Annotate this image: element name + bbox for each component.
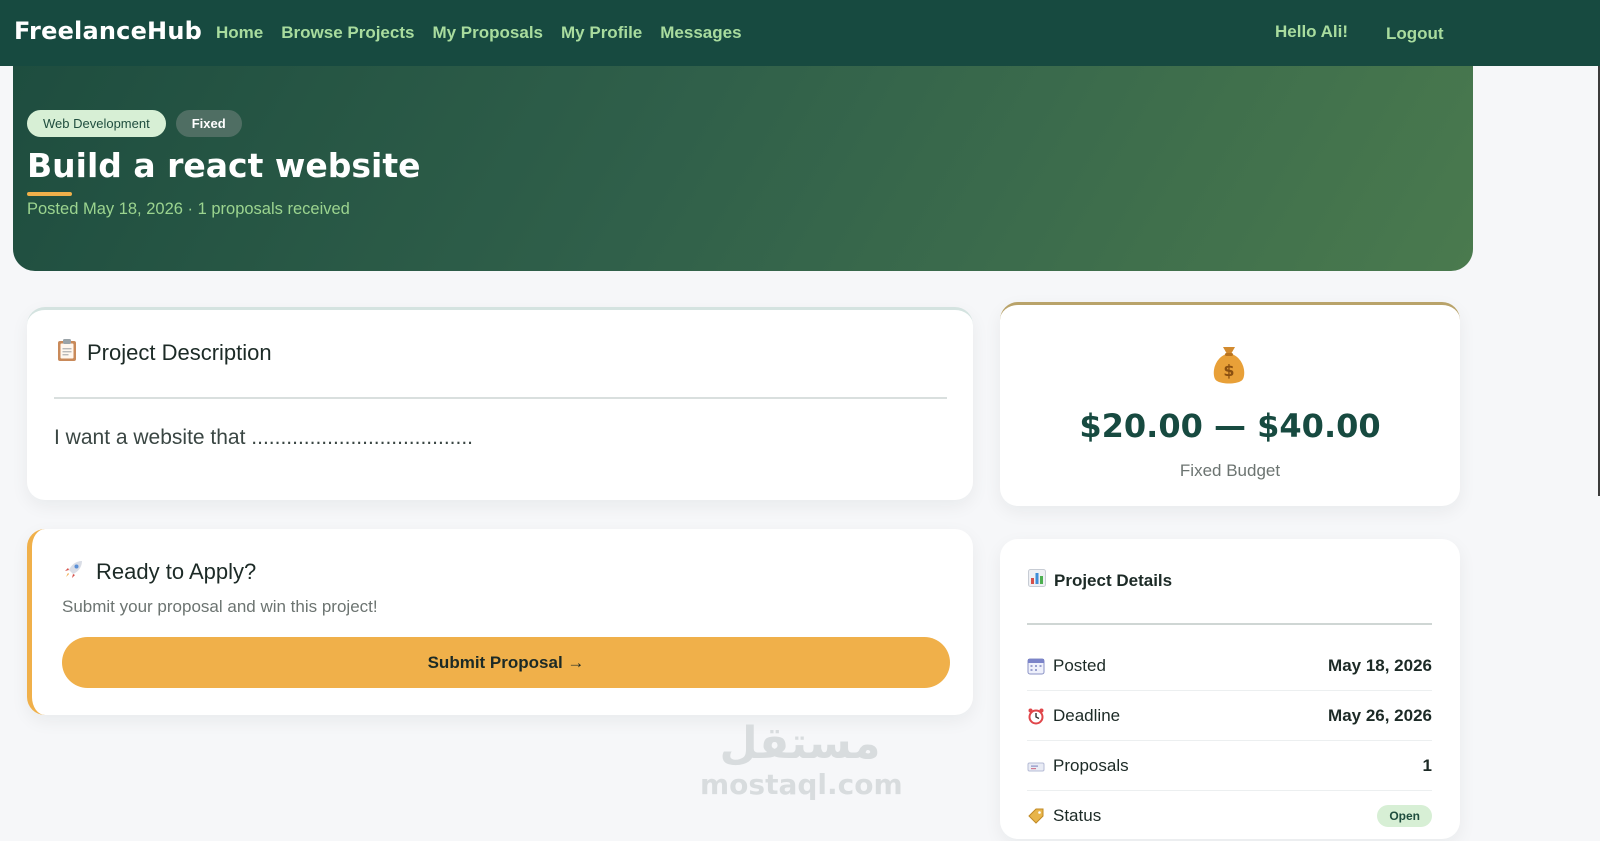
rocket-icon [62, 557, 86, 586]
calendar-icon [1027, 657, 1045, 675]
clipboard-icon [57, 338, 77, 367]
detail-row-proposals: Proposals 1 [1027, 741, 1432, 791]
detail-row-posted: Posted May 18, 2026 [1027, 641, 1432, 691]
project-hero: Web Development Fixed Build a react webs… [13, 60, 1473, 271]
description-heading: Project Description [57, 338, 272, 367]
nav-links: Home Browse Projects My Proposals My Pro… [216, 23, 742, 43]
nav-link-my-profile[interactable]: My Profile [561, 23, 642, 43]
project-tags: Web Development Fixed [27, 110, 242, 137]
apply-card: Ready to Apply? Submit your proposal and… [27, 529, 973, 715]
detail-row-deadline: Deadline May 26, 2026 [1027, 691, 1432, 741]
submit-proposal-button[interactable]: Submit Proposal → [62, 637, 950, 688]
apply-heading-text: Ready to Apply? [96, 558, 257, 584]
detail-label-deadline: Deadline [1053, 705, 1121, 725]
nav-link-home[interactable]: Home [216, 23, 263, 43]
detail-value-deadline: May 26, 2026 [1328, 705, 1432, 725]
money-bag-icon: $ [1210, 343, 1248, 387]
alarm-clock-icon [1027, 707, 1045, 725]
top-navbar: FreelanceHub Home Browse Projects My Pro… [0, 0, 1600, 66]
logout-link[interactable]: Logout [1386, 24, 1444, 44]
ticket-icon [1027, 757, 1045, 775]
detail-label-status: Status [1053, 806, 1102, 825]
budget-amount: $20.00 — $40.00 [1079, 407, 1381, 445]
apply-subtitle: Submit your proposal and win this projec… [62, 597, 378, 616]
detail-row-status: Status Open [1027, 791, 1432, 841]
status-badge: Open [1377, 805, 1432, 827]
brand-logo[interactable]: FreelanceHub [14, 17, 202, 45]
watermark-arabic: مستقل [719, 718, 881, 769]
detail-value-posted: May 18, 2026 [1328, 655, 1432, 675]
budget-type-label: Fixed Budget [1179, 461, 1281, 480]
nav-link-browse-projects[interactable]: Browse Projects [281, 23, 414, 43]
details-heading: Project Details [1028, 569, 1172, 592]
user-greeting: Hello Ali! [1275, 22, 1349, 41]
bar-chart-icon [1028, 569, 1046, 592]
watermark-latin: mostaql.com [700, 768, 903, 801]
detail-label-posted: Posted [1053, 655, 1106, 675]
category-tag: Web Development [27, 110, 166, 137]
budget-card: $ $20.00 — $40.00 Fixed Budget [1000, 302, 1460, 506]
description-divider [54, 397, 947, 399]
detail-label-proposals: Proposals [1053, 755, 1129, 775]
details-heading-text: Project Details [1054, 570, 1173, 590]
watermark: مستقل mostaql.com [700, 718, 903, 801]
type-tag: Fixed [175, 110, 242, 137]
details-divider [1027, 623, 1432, 625]
nav-link-messages[interactable]: Messages [660, 23, 741, 43]
tag-icon [1027, 807, 1045, 825]
project-details-card: Project Details Posted May 18, 2026 Dead… [1000, 539, 1460, 839]
nav-link-my-proposals[interactable]: My Proposals [432, 23, 543, 43]
description-card: Project Description I want a website tha… [27, 307, 973, 500]
project-meta: Posted May 18, 2026 · 1 proposals receiv… [27, 200, 350, 218]
description-text: I want a website that ..................… [54, 426, 473, 449]
apply-heading: Ready to Apply? [62, 557, 256, 586]
detail-value-proposals: 1 [1422, 755, 1432, 775]
title-underline [27, 192, 72, 196]
project-title: Build a react website [27, 146, 421, 185]
description-heading-text: Project Description [87, 339, 272, 365]
svg-text:$: $ [1223, 361, 1234, 380]
